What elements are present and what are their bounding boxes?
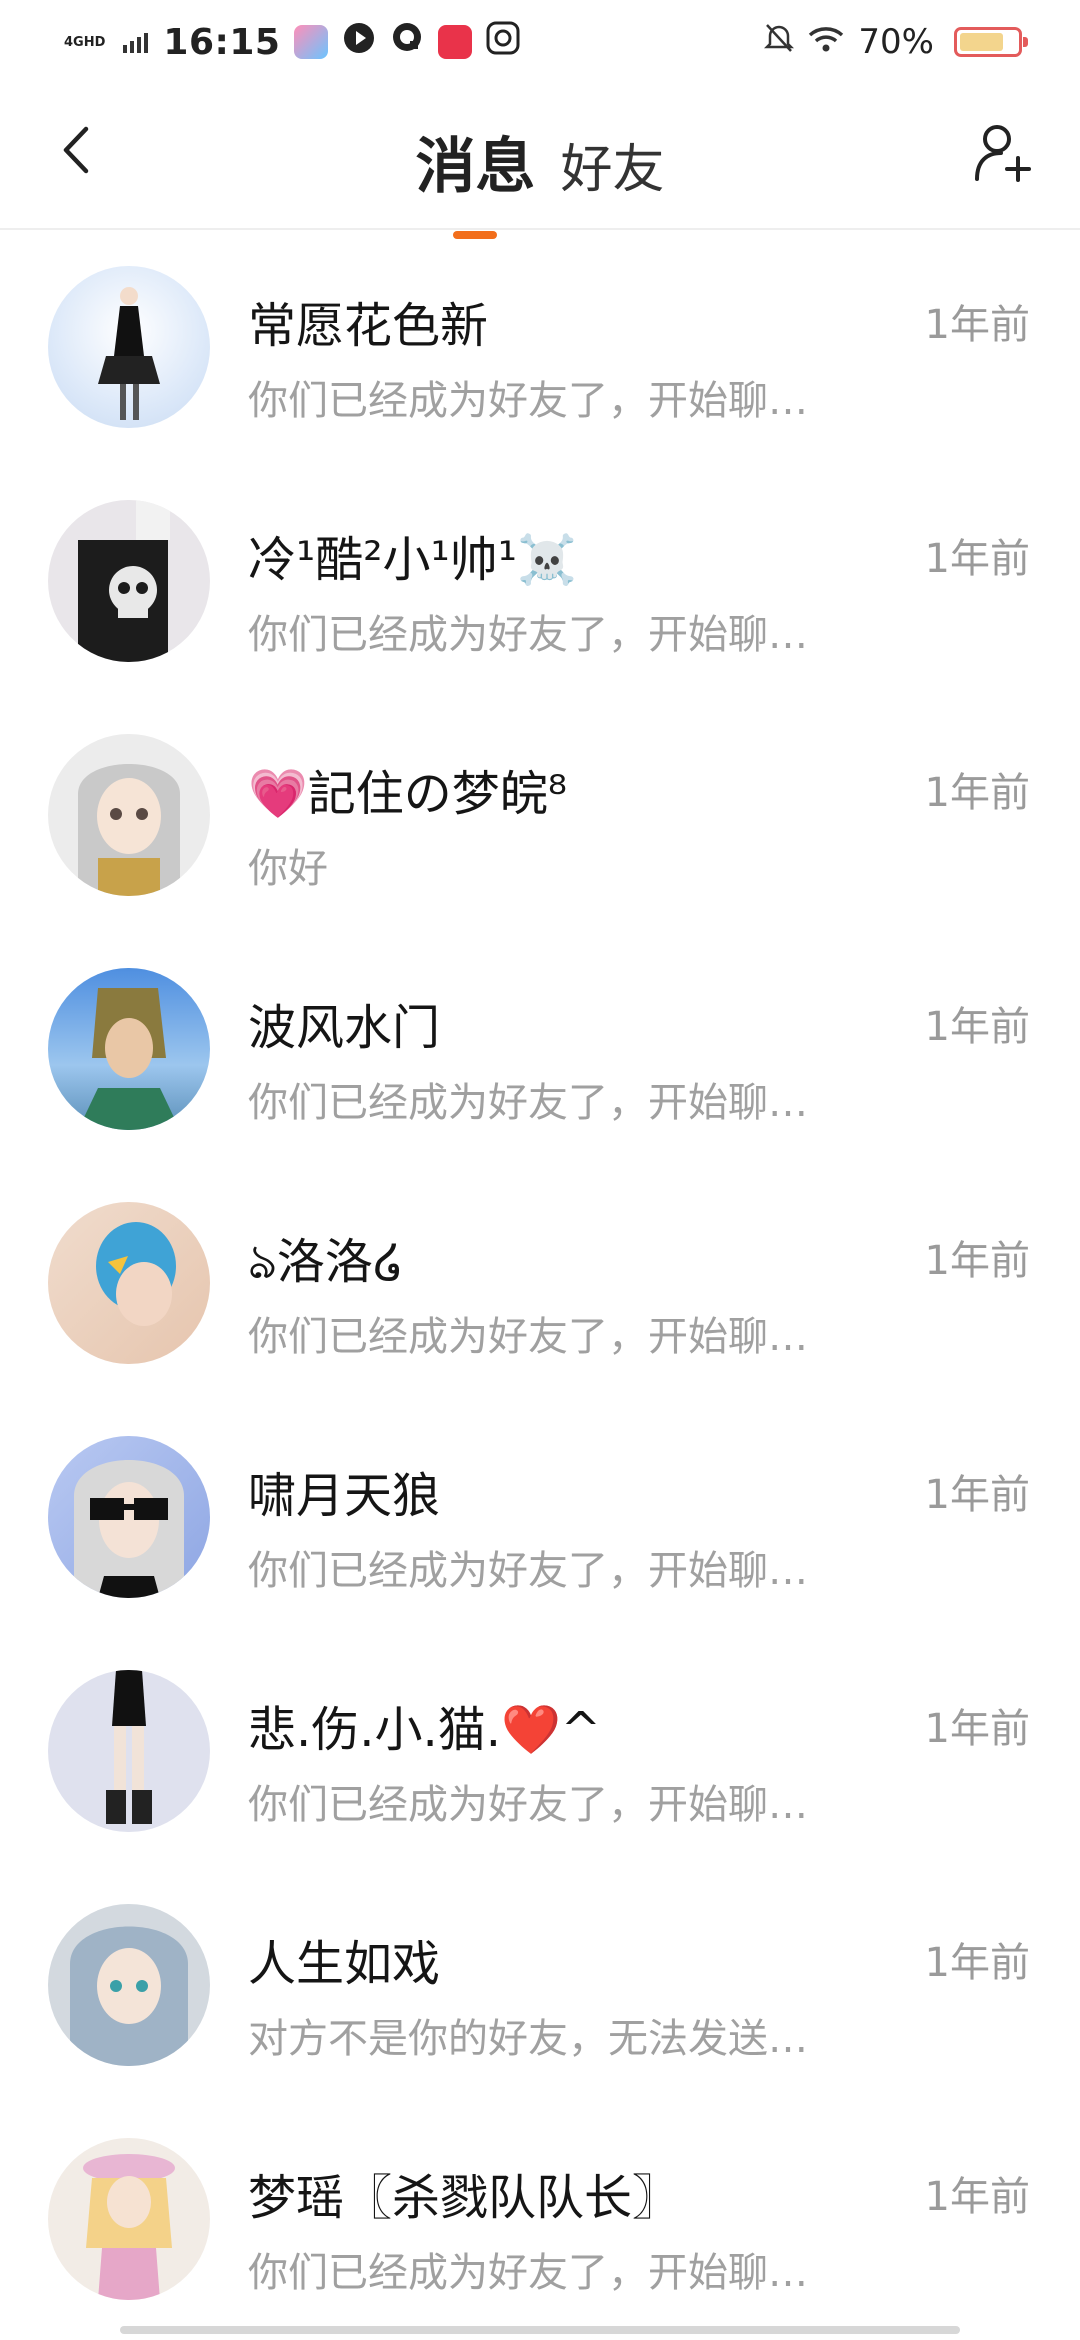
conversation-row[interactable]: 悲.伤.小.猫.❤️^ 你们已经成为好友了，开始聊… 1年前 — [0, 1634, 1080, 1868]
qq-icon — [486, 21, 520, 64]
tab-bar: 消息 好友 — [0, 118, 1080, 239]
conversation-row[interactable]: 人生如戏 对方不是你的好友，无法发送… 1年前 — [0, 1868, 1080, 2102]
status-right: 70% — [764, 22, 1028, 63]
message-time: 1年前 — [924, 302, 1030, 348]
contact-name: 人生如戏 — [248, 1936, 441, 1992]
message-time: 1年前 — [924, 1238, 1030, 1284]
network-indicator: 4GHD — [64, 34, 106, 50]
conversation-row[interactable]: 冷¹酷²小¹帅¹☠️ 你们已经成为好友了，开始聊… 1年前 — [0, 464, 1080, 698]
contact-name: 啸月天狼 — [248, 1468, 441, 1524]
message-time: 1年前 — [924, 536, 1030, 582]
app-notification-icon — [294, 25, 329, 59]
play-icon — [342, 21, 376, 64]
tab-messages-label: 消息 — [415, 132, 536, 202]
message-time: 1年前 — [924, 1940, 1030, 1986]
avatar — [48, 1202, 210, 1364]
message-time: 1年前 — [924, 1472, 1030, 1518]
battery-icon — [954, 27, 1028, 57]
avatar — [48, 1670, 210, 1832]
last-message: 你们已经成为好友了，开始聊… — [248, 2250, 808, 2296]
avatar — [48, 1436, 210, 1598]
contact-name: 💗記住の梦皖⁸ — [248, 766, 568, 822]
last-message: 你们已经成为好友了，开始聊… — [248, 1548, 808, 1594]
conversation-row[interactable]: 梦瑶〖杀戮队队长〗 你们已经成为好友了，开始聊… 1年前 — [0, 2102, 1080, 2336]
conversation-list: 常愿花色新 你们已经成为好友了，开始聊… 1年前 冷¹酷²小¹帅¹☠️ 你们已经… — [0, 230, 1080, 2336]
signal-icon — [123, 22, 149, 62]
conversation-row[interactable]: 常愿花色新 你们已经成为好友了，开始聊… 1年前 — [0, 230, 1080, 464]
avatar — [48, 1904, 210, 2066]
last-message: 你好 — [248, 846, 328, 892]
avatar — [48, 968, 210, 1130]
bell-off-icon — [764, 22, 795, 63]
last-message: 你们已经成为好友了，开始聊… — [248, 612, 808, 658]
tab-messages[interactable]: 消息 — [415, 118, 536, 239]
chat-bubble-icon — [390, 21, 424, 64]
conversation-row[interactable]: 啸月天狼 你们已经成为好友了，开始聊… 1年前 — [0, 1400, 1080, 1634]
message-time: 1年前 — [924, 1004, 1030, 1050]
tab-friends[interactable]: 好友 — [561, 127, 665, 202]
conversation-row[interactable]: ঌ洛洛໒ 你们已经成为好友了，开始聊… 1年前 — [0, 1166, 1080, 1400]
add-user-icon — [971, 121, 1033, 187]
last-message: 你们已经成为好友了，开始聊… — [248, 1080, 808, 1126]
wifi-icon — [808, 22, 844, 62]
status-left: 4GHD 16:15 — [64, 21, 520, 64]
clock: 16:15 — [163, 21, 281, 63]
last-message: 你们已经成为好友了，开始聊… — [248, 378, 808, 424]
message-time: 1年前 — [924, 770, 1030, 816]
top-nav: 消息 好友 — [0, 84, 1080, 239]
contact-name: 梦瑶〖杀戮队队长〗 — [248, 2170, 681, 2226]
battery-percent: 70% — [858, 22, 934, 62]
avatar — [48, 266, 210, 428]
contact-name: 悲.伤.小.猫.❤️^ — [248, 1702, 602, 1758]
avatar — [48, 734, 210, 896]
avatar — [48, 500, 210, 662]
message-time: 1年前 — [924, 1706, 1030, 1752]
status-bar: 4GHD 16:15 70% — [0, 0, 1080, 84]
conversation-row[interactable]: 波风水门 你们已经成为好友了，开始聊… 1年前 — [0, 932, 1080, 1166]
contact-name: 冷¹酷²小¹帅¹☠️ — [248, 532, 577, 588]
last-message: 对方不是你的好友，无法发送… — [248, 2016, 808, 2062]
conversation-row[interactable]: 💗記住の梦皖⁸ 你好 1年前 — [0, 698, 1080, 932]
contact-name: ঌ洛洛໒ — [248, 1234, 404, 1290]
message-time: 1年前 — [924, 2174, 1030, 2220]
red-app-icon — [438, 25, 473, 59]
last-message: 你们已经成为好友了，开始聊… — [248, 1314, 808, 1360]
home-indicator — [120, 2326, 960, 2334]
contact-name: 常愿花色新 — [248, 298, 489, 354]
avatar — [48, 2138, 210, 2300]
add-friend-button[interactable] — [964, 116, 1040, 192]
last-message: 你们已经成为好友了，开始聊… — [248, 1782, 808, 1828]
contact-name: 波风水门 — [248, 1000, 441, 1056]
